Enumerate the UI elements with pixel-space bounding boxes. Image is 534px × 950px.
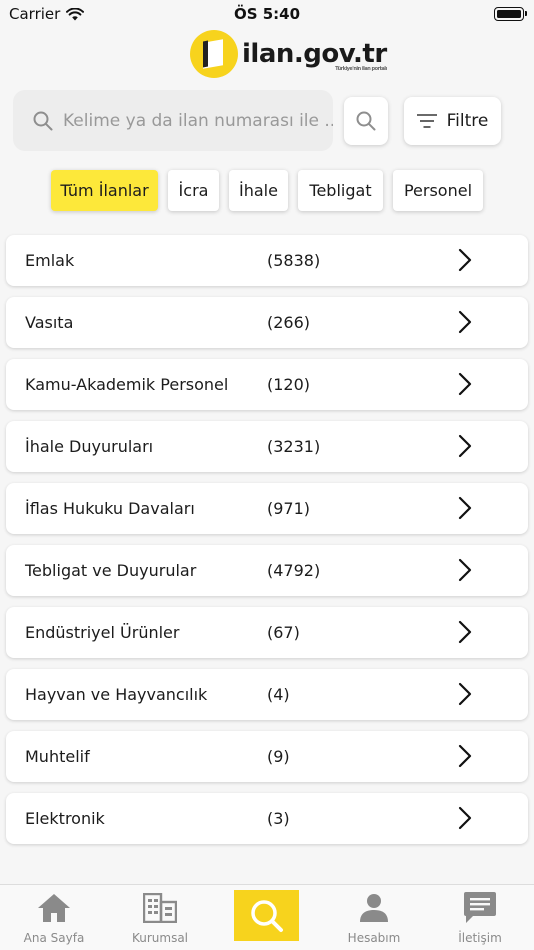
- person-icon: [360, 894, 388, 922]
- chevron-right-icon: [458, 434, 472, 458]
- category-name: İflas Hukuku Davaları: [25, 499, 195, 518]
- category-row-elektronik[interactable]: Elektronik (3): [6, 793, 528, 844]
- tab-label: Personel: [403, 181, 473, 200]
- category-name: Endüstriyel Ürünler: [25, 623, 180, 642]
- tab-label: Tebligat: [309, 181, 372, 200]
- chevron-right-icon: [458, 248, 472, 272]
- bottom-nav: Ana Sayfa Kurumsal Hesabım İletişim: [0, 884, 534, 950]
- category-count: (266): [267, 313, 311, 332]
- category-list: Emlak (5838) Vasıta (266) Kamu-Akademik …: [6, 235, 528, 855]
- filter-button[interactable]: Filtre: [404, 97, 501, 145]
- nav-label: Kurumsal: [131, 931, 189, 945]
- category-row-tebligat-ve-duyurular[interactable]: Tebligat ve Duyurular (4792): [6, 545, 528, 596]
- category-count: (5838): [267, 251, 321, 270]
- nav-iletisim[interactable]: İletişim: [440, 885, 520, 950]
- chevron-right-icon: [458, 310, 472, 334]
- logo-tagline: Türkiye'nin ilan portalı: [335, 66, 387, 72]
- category-name: Kamu-Akademik Personel: [25, 375, 229, 394]
- category-count: (4): [267, 685, 290, 704]
- category-name: Hayvan ve Hayvancılık: [25, 685, 208, 704]
- tab-label: İhale: [239, 181, 278, 200]
- filter-icon: [416, 114, 437, 128]
- logo-wordmark: ilan.gov.tr: [242, 39, 387, 69]
- tab-ihale[interactable]: İhale: [229, 170, 288, 211]
- app-screen: Carrier ÖS 5:40 ilan.gov.tr Türkiye'nin …: [0, 0, 534, 950]
- chat-icon: [464, 892, 496, 923]
- nav-label: Ana Sayfa: [23, 931, 85, 945]
- search-icon: [250, 899, 283, 932]
- category-count: (67): [267, 623, 300, 642]
- category-count: (3231): [267, 437, 321, 456]
- category-count: (4792): [267, 561, 321, 580]
- app-logo: ilan.gov.tr Türkiye'nin ilan portalı: [190, 30, 387, 78]
- category-count: (3): [267, 809, 290, 828]
- chevron-right-icon: [458, 744, 472, 768]
- tab-personel[interactable]: Personel: [393, 170, 483, 211]
- category-row-hayvan-ve-hayvancilik[interactable]: Hayvan ve Hayvancılık (4): [6, 669, 528, 720]
- chevron-right-icon: [458, 372, 472, 396]
- search-button[interactable]: [344, 97, 388, 145]
- category-row-endustriyel-urunler[interactable]: Endüstriyel Ürünler (67): [6, 607, 528, 658]
- status-bar: Carrier ÖS 5:40: [0, 0, 534, 28]
- category-name: Tebligat ve Duyurular: [25, 561, 197, 580]
- building-icon: [143, 893, 177, 923]
- status-time: ÖS 5:40: [233, 5, 301, 23]
- search-input[interactable]: [63, 90, 333, 151]
- nav-ana-sayfa[interactable]: Ana Sayfa: [14, 885, 94, 950]
- category-count: (971): [267, 499, 311, 518]
- search-field-icon: [33, 111, 53, 131]
- nav-search[interactable]: [234, 890, 299, 941]
- category-row-kamu-akademik-personel[interactable]: Kamu-Akademik Personel (120): [6, 359, 528, 410]
- chevron-right-icon: [458, 620, 472, 644]
- category-row-ihale-duyurulari[interactable]: İhale Duyuruları (3231): [6, 421, 528, 472]
- category-count: (9): [267, 747, 290, 766]
- tab-icra[interactable]: İcra: [168, 170, 219, 211]
- category-row-vasita[interactable]: Vasıta (266): [6, 297, 528, 348]
- battery-icon: [494, 7, 527, 21]
- logo-text: ilan.gov.tr Türkiye'nin ilan portalı: [242, 39, 387, 72]
- tab-label: İcra: [178, 181, 209, 200]
- tab-tum-ilanlar[interactable]: Tüm İlanlar: [51, 170, 158, 211]
- nav-hesabim[interactable]: Hesabım: [334, 885, 414, 950]
- nav-kurumsal[interactable]: Kurumsal: [120, 885, 200, 950]
- category-name: Elektronik: [25, 809, 105, 828]
- tab-tebligat[interactable]: Tebligat: [298, 170, 383, 211]
- filter-label: Filtre: [446, 111, 489, 131]
- category-name: İhale Duyuruları: [25, 437, 154, 456]
- nav-label: İletişim: [458, 931, 502, 945]
- search-box: [13, 90, 333, 151]
- category-name: Vasıta: [25, 313, 74, 332]
- category-name: Muhtelif: [25, 747, 90, 766]
- category-row-iflas-hukuku-davalari[interactable]: İflas Hukuku Davaları (971): [6, 483, 528, 534]
- nav-label: Hesabım: [347, 931, 401, 945]
- category-row-muhtelif[interactable]: Muhtelif (9): [6, 731, 528, 782]
- logo-mark-icon: [190, 30, 238, 78]
- category-name: Emlak: [25, 251, 75, 270]
- tab-label: Tüm İlanlar: [60, 181, 149, 200]
- search-icon: [356, 111, 376, 131]
- chevron-right-icon: [458, 682, 472, 706]
- chevron-right-icon: [458, 558, 472, 582]
- chevron-right-icon: [458, 806, 472, 830]
- chevron-right-icon: [458, 496, 472, 520]
- home-icon: [38, 894, 70, 922]
- category-row-emlak[interactable]: Emlak (5838): [6, 235, 528, 286]
- category-count: (120): [267, 375, 311, 394]
